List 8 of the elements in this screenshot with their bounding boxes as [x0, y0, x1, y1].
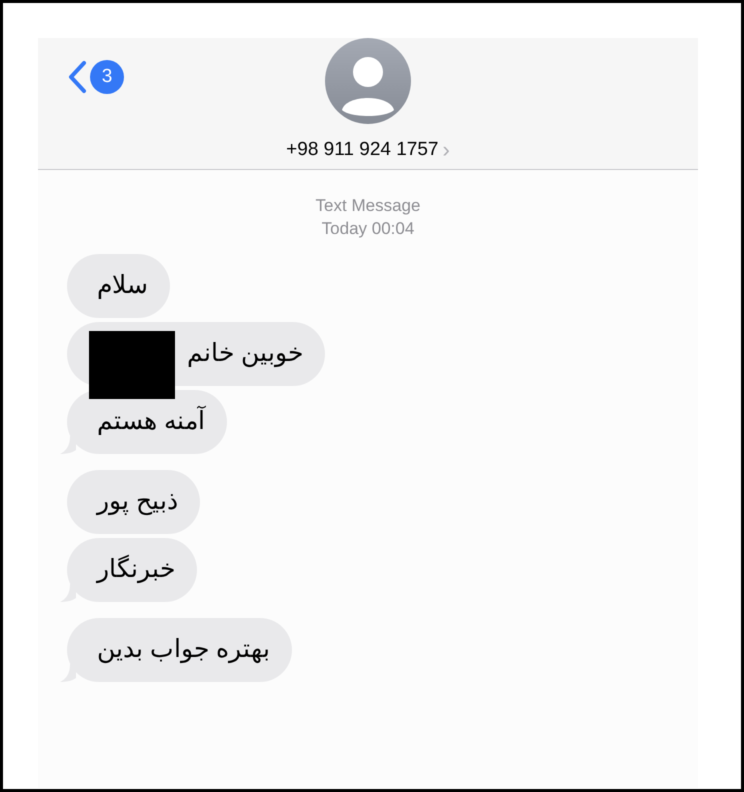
unread-badge: 3: [90, 60, 124, 94]
service-label: Text Message: [316, 195, 420, 217]
back-button[interactable]: 3: [66, 60, 124, 94]
message-bubble: ذبیح پور: [67, 470, 200, 534]
message-bubble: سلام: [67, 254, 170, 318]
contact-number[interactable]: +98 911 924 1757: [286, 136, 438, 164]
timestamp: Today 00:04: [322, 218, 414, 240]
back-chevron-icon: [66, 60, 88, 94]
